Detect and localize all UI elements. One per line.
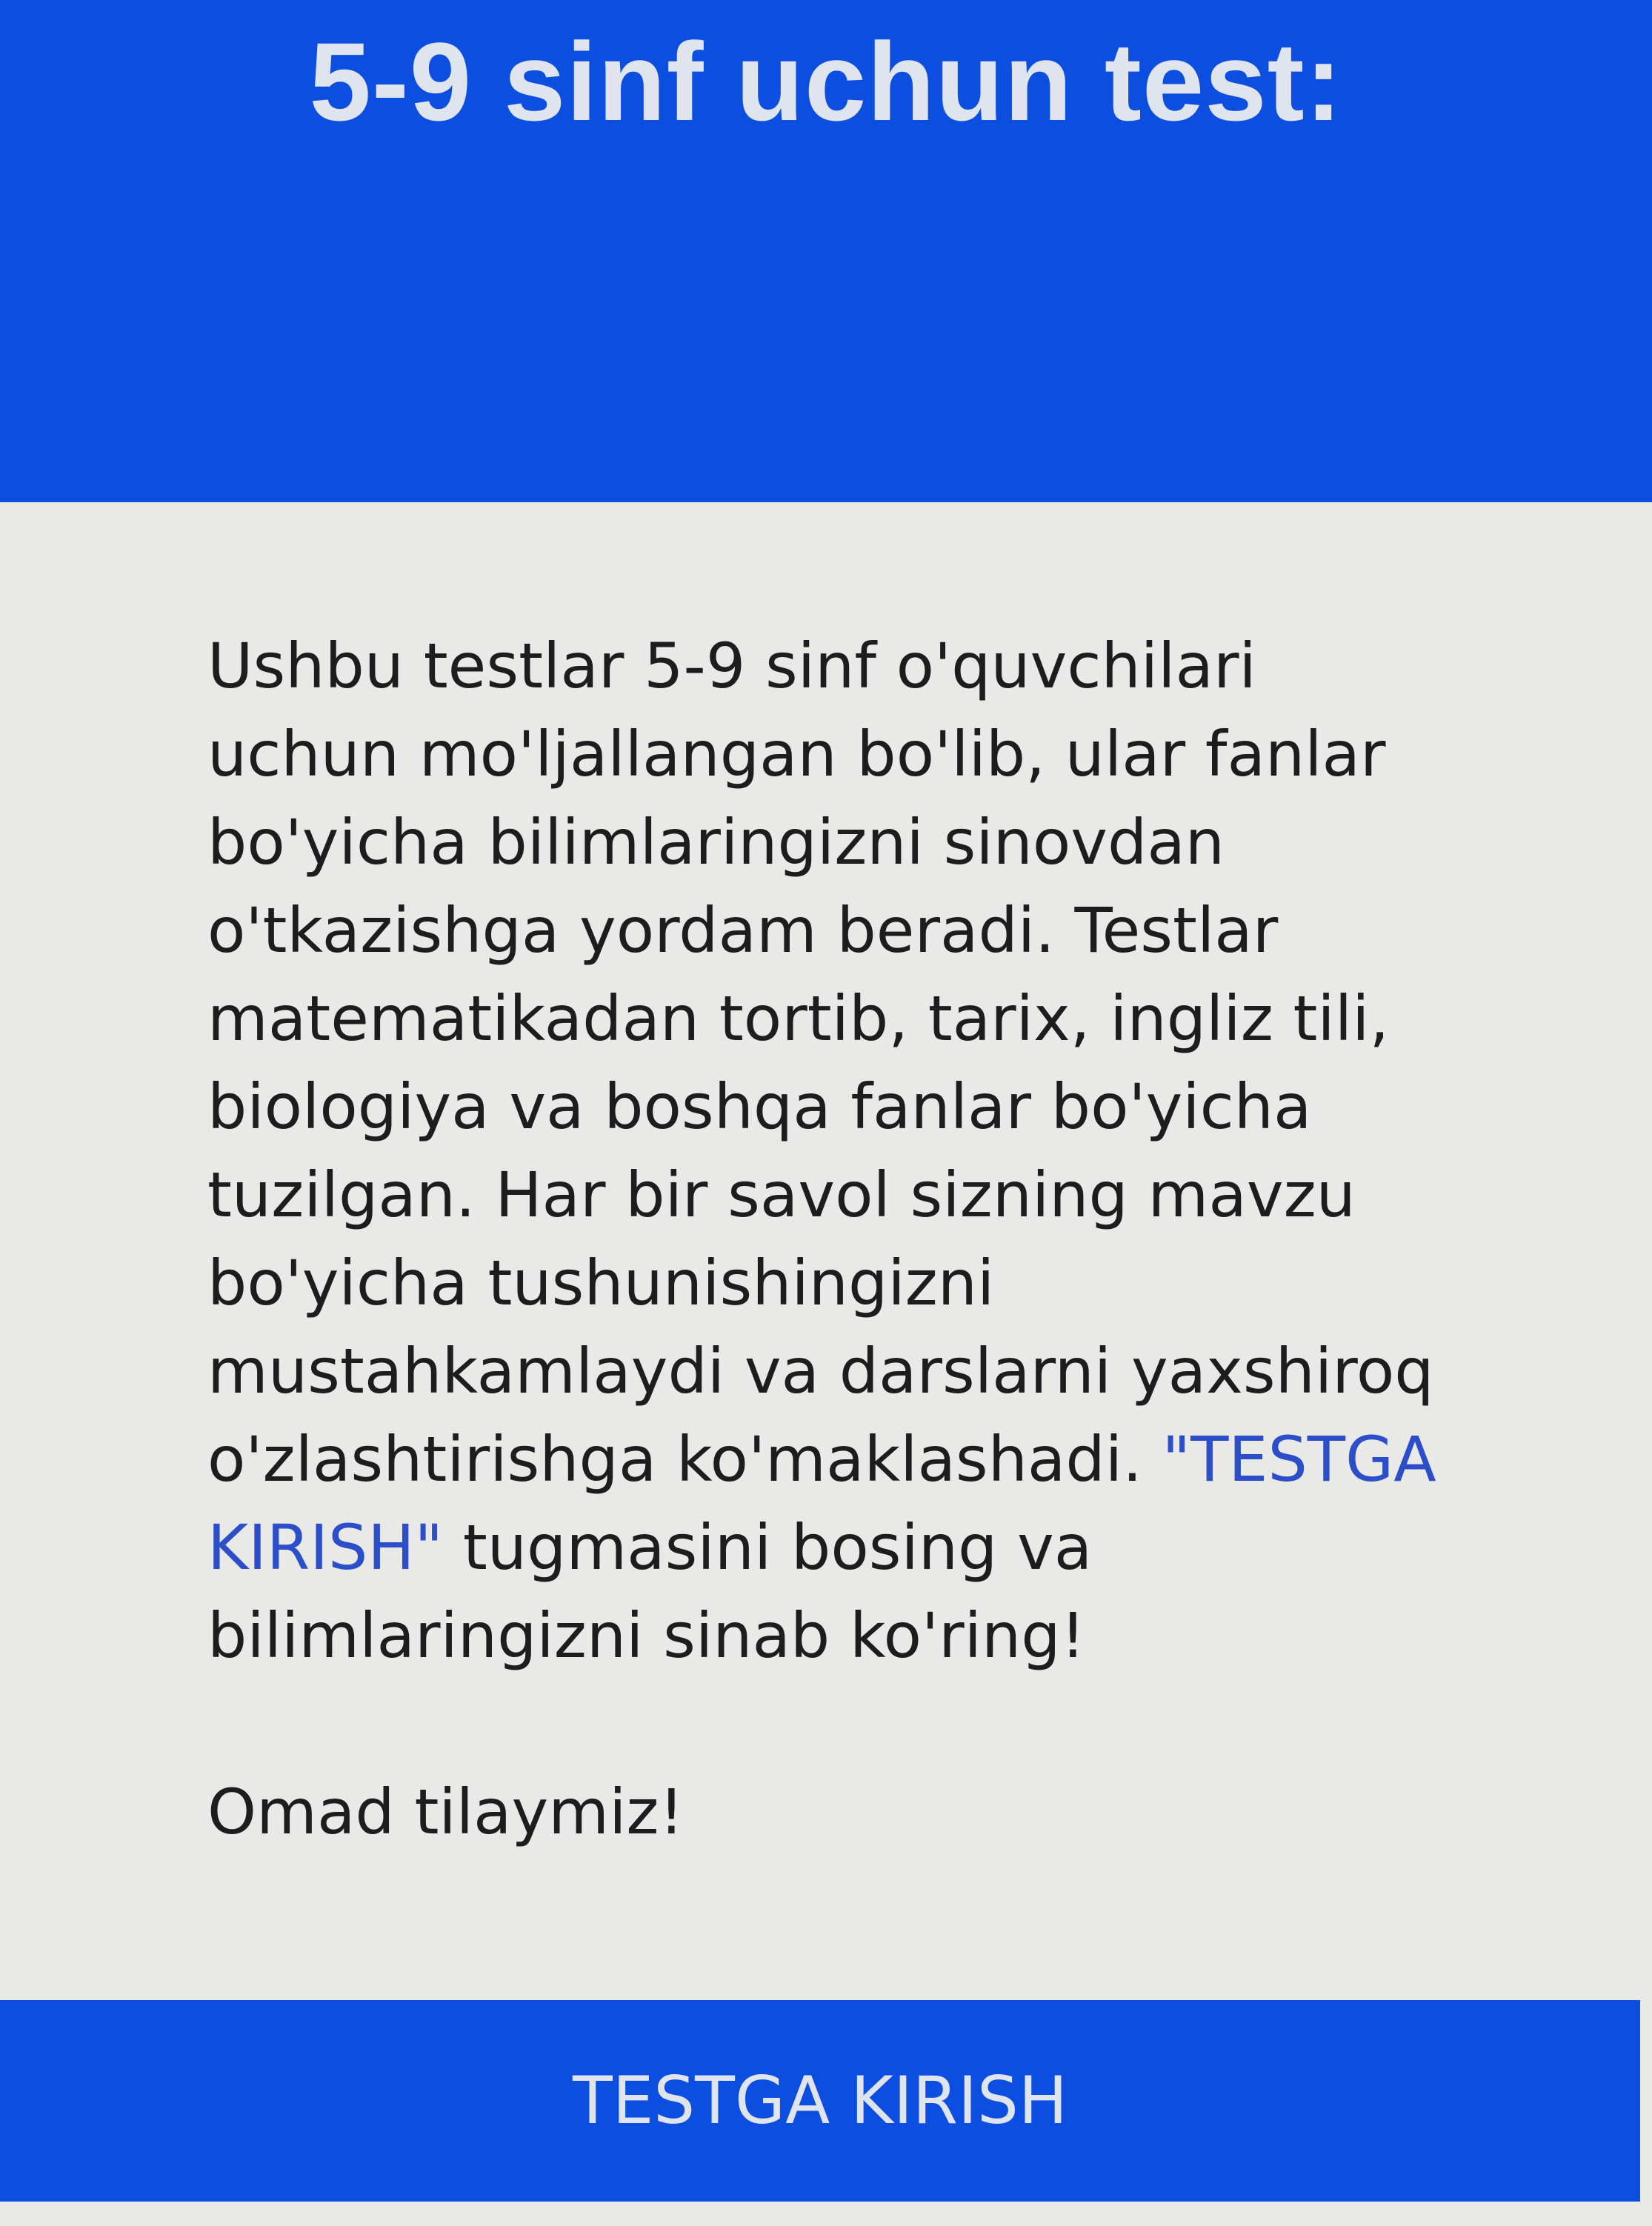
test-intro-page: 5-9 sinf uchun test: Ushbu testlar 5-9 s… bbox=[0, 0, 1652, 2226]
description-text: Ushbu testlar 5-9 sinf o'quvchilari uchu… bbox=[207, 630, 1434, 1496]
start-test-button[interactable]: TESTGA KIRISH bbox=[0, 2000, 1640, 2202]
description-paragraph: Ushbu testlar 5-9 sinf o'quvchilari uchu… bbox=[207, 622, 1467, 1680]
closing-message: Omad tilaymiz! bbox=[207, 1776, 685, 1848]
page-title: 5-9 sinf uchun test: bbox=[309, 19, 1343, 144]
content-area: Ushbu testlar 5-9 sinf o'quvchilari uchu… bbox=[207, 622, 1467, 1856]
header-banner: 5-9 sinf uchun test: bbox=[0, 0, 1652, 502]
